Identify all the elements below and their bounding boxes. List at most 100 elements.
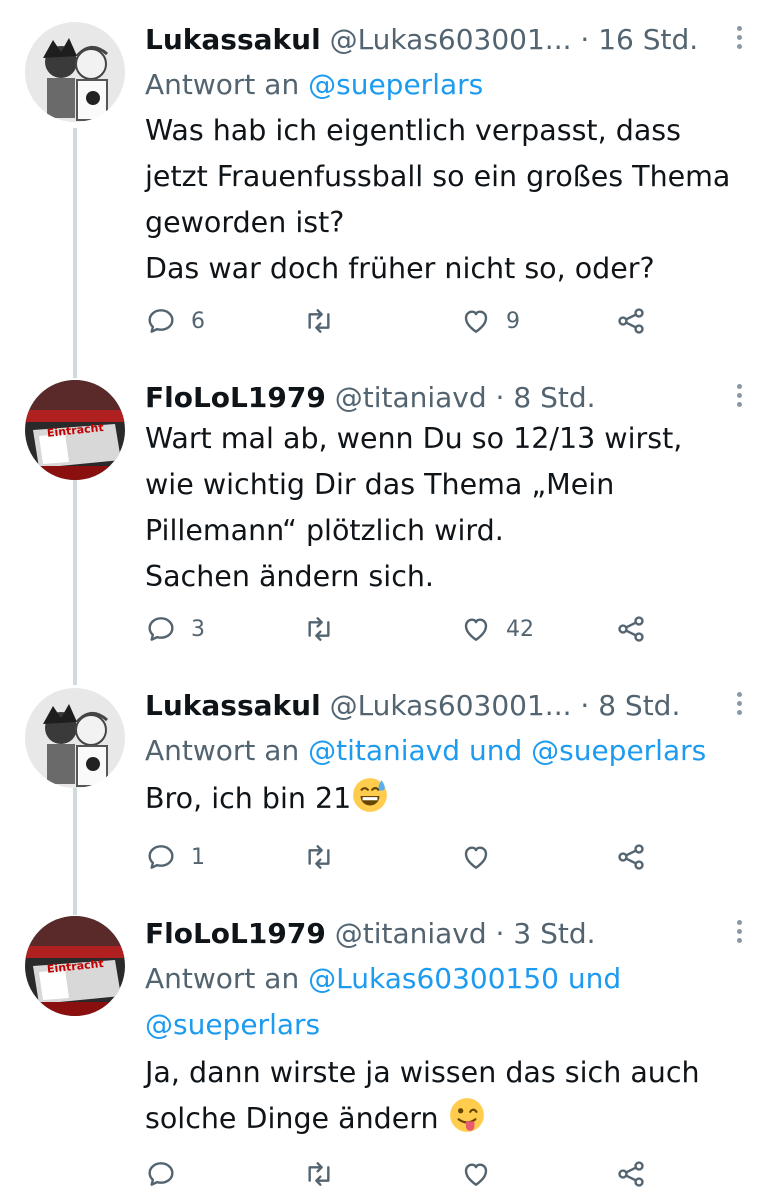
retweet-button[interactable]: [303, 837, 335, 877]
tweet-header: FloLoL1979 @titaniavd · 3 Std.: [145, 912, 730, 956]
retweet-button[interactable]: [303, 301, 335, 341]
retweet-icon: [308, 617, 330, 641]
tweet-text: Bro, ich bin 21: [145, 776, 745, 822]
reply-context: Antwort an @titaniavd und @sueperlars: [145, 728, 745, 774]
text-line: jetzt Frauenfussball so ein großes Thema: [145, 160, 731, 193]
share-button[interactable]: [615, 301, 647, 341]
separator-dot: ·: [495, 381, 505, 414]
like-button[interactable]: [460, 1154, 492, 1194]
reply-count: 3: [191, 616, 205, 642]
like-icon: [464, 310, 488, 333]
retweet-button[interactable]: [303, 1154, 335, 1194]
reply-prefix: Antwort an: [145, 734, 300, 767]
user-handle[interactable]: @Lukas603001...: [330, 23, 572, 56]
grinning-sweat-emoji: [353, 778, 388, 812]
user-handle[interactable]: @titaniavd: [335, 917, 487, 950]
retweet-icon: [308, 1162, 330, 1186]
reply-prefix: Antwort an: [145, 962, 300, 995]
more-icon[interactable]: [735, 920, 743, 950]
user-handle[interactable]: @titaniavd: [335, 381, 487, 414]
reply-icon: [148, 1162, 174, 1186]
text-line: Sachen ändern sich.: [145, 560, 434, 593]
text-line: Bro, ich bin 21: [145, 776, 745, 822]
mention-link[interactable]: @sueperlars: [308, 68, 483, 101]
like-button[interactable]: 42: [460, 609, 534, 649]
tweet[interactable]: Eintracht FloLoL1979 @titaniavd · 3 Std.…: [0, 912, 775, 1200]
tweet-header: Lukassakul @Lukas603001... · 16 Std.: [145, 18, 730, 62]
share-icon: [618, 844, 644, 870]
reply-button[interactable]: [145, 1154, 177, 1194]
share-icon: [618, 308, 644, 334]
more-icon[interactable]: [735, 692, 743, 722]
text-line-content: solche Dinge ändern: [145, 1102, 439, 1135]
retweet-button[interactable]: [303, 609, 335, 649]
more-icon[interactable]: [735, 26, 743, 56]
reply-icon: [148, 309, 174, 333]
tweet[interactable]: Lukassakul @Lukas603001... · 8 Std. Antw…: [0, 684, 775, 904]
display-name[interactable]: Lukassakul: [145, 23, 321, 56]
action-bar: [145, 1154, 665, 1194]
avatar[interactable]: [25, 688, 125, 788]
tweet[interactable]: Eintracht FloLoL1979 @titaniavd · 8 Std.…: [0, 376, 775, 676]
tweet-header: FloLoL1979 @titaniavd · 8 Std.: [145, 376, 730, 420]
timestamp[interactable]: 8 Std.: [513, 381, 595, 414]
like-button[interactable]: 9: [460, 301, 520, 341]
user-handle[interactable]: @Lukas603001...: [330, 689, 572, 722]
reply-icon: [148, 617, 174, 641]
timestamp[interactable]: 8 Std.: [598, 689, 680, 722]
tweet[interactable]: Lukassakul @Lukas603001... · 16 Std. Ant…: [0, 18, 775, 338]
text-line: wie wichtig Dir das Thema „Mein: [145, 468, 615, 501]
tweet-text: Was hab ich eigentlich verpasst, dass je…: [145, 108, 745, 292]
like-button[interactable]: [460, 837, 492, 877]
reply-button[interactable]: 3: [145, 609, 205, 649]
reply-context: Antwort an @sueperlars: [145, 62, 745, 108]
text-line: solche Dinge ändern: [145, 1096, 745, 1142]
action-bar: 3 42: [145, 609, 665, 649]
mention-link[interactable]: @sueperlars: [145, 1008, 320, 1041]
like-icon: [464, 618, 488, 641]
display-name[interactable]: FloLoL1979: [145, 381, 326, 414]
display-name[interactable]: FloLoL1979: [145, 917, 326, 950]
reply-icon: [148, 845, 174, 869]
avatar[interactable]: Eintracht: [25, 380, 125, 480]
tweet-text: Ja, dann wirste ja wissen das sich auch …: [145, 1050, 745, 1142]
display-name[interactable]: Lukassakul: [145, 689, 321, 722]
text-line: geworden ist?: [145, 206, 345, 239]
winking-tongue-emoji: [449, 1098, 484, 1132]
timestamp[interactable]: 3 Std.: [513, 917, 595, 950]
mention-link[interactable]: @titaniavd und @sueperlars: [308, 734, 706, 767]
like-icon: [464, 1163, 488, 1186]
reply-count: 1: [191, 844, 205, 870]
mention-link[interactable]: @Lukas60300150 und: [308, 962, 621, 995]
share-button[interactable]: [615, 837, 647, 877]
tweet-header: Lukassakul @Lukas603001... · 8 Std.: [145, 684, 730, 728]
reply-button[interactable]: 6: [145, 301, 205, 341]
reply-button[interactable]: 1: [145, 837, 205, 877]
text-line: Das war doch früher nicht so, oder?: [145, 252, 655, 285]
more-icon[interactable]: [735, 384, 743, 414]
action-bar: 1: [145, 837, 665, 877]
text-line: Ja, dann wirste ja wissen das sich auch: [145, 1056, 700, 1089]
tweet-text: Wart mal ab, wenn Du so 12/13 wirst, wie…: [145, 416, 745, 600]
avatar[interactable]: Eintracht: [25, 916, 125, 1016]
reply-count: 6: [191, 308, 205, 334]
like-count: 42: [506, 616, 534, 642]
timestamp[interactable]: 16 Std.: [598, 23, 698, 56]
share-icon: [618, 1161, 644, 1187]
reply-prefix: Antwort an: [145, 68, 300, 101]
like-icon: [464, 846, 488, 869]
text-line: Pillemann“ plötzlich wird.: [145, 514, 504, 547]
share-icon: [618, 616, 644, 642]
share-button[interactable]: [615, 1154, 647, 1194]
like-count: 9: [506, 308, 520, 334]
share-button[interactable]: [615, 609, 647, 649]
retweet-icon: [308, 845, 330, 869]
reply-context: Antwort an @Lukas60300150 und @sueperlar…: [145, 956, 745, 1048]
action-bar: 6 9: [145, 301, 665, 341]
separator-dot: ·: [495, 917, 505, 950]
separator-dot: ·: [580, 23, 590, 56]
avatar[interactable]: [25, 22, 125, 122]
retweet-icon: [308, 309, 330, 333]
text-line: Was hab ich eigentlich verpasst, dass: [145, 114, 681, 147]
text-line: Wart mal ab, wenn Du so 12/13 wirst,: [145, 422, 683, 455]
